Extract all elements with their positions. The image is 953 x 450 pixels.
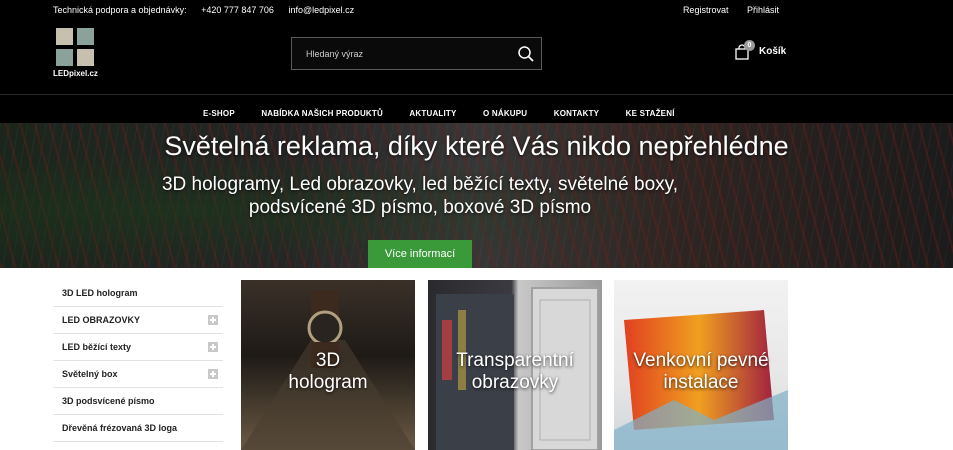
plus-icon[interactable] xyxy=(208,369,218,379)
category-tile-3d-hologram[interactable]: 3D hologram xyxy=(241,280,415,450)
sidebar-item-label: Dřevěná frézovaná 3D loga xyxy=(62,423,178,433)
tile-caption: Venkovní pevné instalace xyxy=(614,350,788,394)
cart-count-badge: 0 xyxy=(744,40,755,51)
hero-banner: Světelná reklama, díky které Vás nikdo n… xyxy=(0,123,953,268)
tile-caption-line2: hologram xyxy=(288,372,368,393)
plus-icon[interactable] xyxy=(208,342,218,352)
site-header: Technická podpora a objednávky: +420 777… xyxy=(0,0,953,94)
support-label: Technická podpora a objednávky: xyxy=(53,5,187,15)
logo-square xyxy=(77,49,94,66)
main-nav: E-SHOP NABÍDKA NAŠICH PRODUKTŮ AKTUALITY… xyxy=(0,94,953,123)
support-email[interactable]: info@ledpixel.cz xyxy=(288,5,354,15)
sidebar-item-3d-podsvicene-pismo[interactable]: 3D podsvícené písmo xyxy=(53,388,223,415)
tile-caption-line1: 3D xyxy=(315,350,341,371)
contact-bar: Technická podpora a objednávky: +420 777… xyxy=(53,5,366,15)
hero-title: Světelná reklama, díky které Vás nikdo n… xyxy=(164,131,789,161)
sidebar-item-led-obrazovky[interactable]: LED OBRAZOVKY xyxy=(53,307,223,334)
cart-label: Košík xyxy=(759,46,787,57)
nav-item-downloads[interactable]: KE STAŽENÍ xyxy=(626,109,675,118)
sidebar-item-led-bezici-texty[interactable]: LED běžící texty xyxy=(53,334,223,361)
sidebar-item-svetelny-box[interactable]: Světelný box xyxy=(53,361,223,388)
logo-square xyxy=(56,49,73,66)
logo-square xyxy=(56,28,73,45)
register-link[interactable]: Registrovat xyxy=(683,5,729,15)
login-link[interactable]: Přihlásit xyxy=(747,5,779,15)
logo-square xyxy=(77,28,94,45)
hero-subtitle-line2: podsvícené 3D písmo, boxové 3D písmo xyxy=(248,197,592,218)
nav-item-about-shopping[interactable]: O NÁKUPU xyxy=(483,109,527,118)
tile-caption-line1: Venkovní pevné xyxy=(633,350,769,371)
more-info-button[interactable]: Více informací xyxy=(368,240,472,268)
tile-caption-line1: Transparentní xyxy=(456,350,574,371)
category-tile-transparent-screens[interactable]: Transparentní obrazovky xyxy=(428,280,602,450)
search-box xyxy=(291,37,542,70)
plus-icon[interactable] xyxy=(208,315,218,325)
logo-mark xyxy=(56,28,103,66)
logo-text: LEDpixel.cz xyxy=(53,69,98,78)
nav-item-eshop[interactable]: E-SHOP xyxy=(203,109,235,118)
search-icon[interactable] xyxy=(517,45,535,63)
logo[interactable]: LEDpixel.cz xyxy=(53,28,103,80)
sidebar-item-label: 3D LED hologram xyxy=(62,288,138,298)
tile-caption: 3D hologram xyxy=(241,350,415,394)
search-input[interactable] xyxy=(306,47,506,61)
sidebar-item-3d-led-hologram[interactable]: 3D LED hologram xyxy=(53,280,223,307)
support-phone[interactable]: +420 777 847 706 xyxy=(201,5,274,15)
sidebar-item-label: 3D podsvícené písmo xyxy=(62,396,155,406)
tile-caption-line2: obrazovky xyxy=(471,372,559,393)
nav-item-products[interactable]: NABÍDKA NAŠICH PRODUKTŮ xyxy=(261,109,383,118)
hero-subtitle: 3D hologramy, Led obrazovky, led běžící … xyxy=(0,173,840,219)
category-tile-outdoor-installations[interactable]: Venkovní pevné instalace xyxy=(614,280,788,450)
sidebar-item-label: LED OBRAZOVKY xyxy=(62,315,141,325)
category-sidebar: 3D LED hologram LED OBRAZOVKY LED běžící… xyxy=(53,280,223,442)
sidebar-item-label: Světelný box xyxy=(62,369,118,379)
tile-caption: Transparentní obrazovky xyxy=(428,350,602,394)
hero-subtitle-line1: 3D hologramy, Led obrazovky, led běžící … xyxy=(161,174,679,195)
nav-item-contacts[interactable]: KONTAKTY xyxy=(554,109,599,118)
tile-caption-line2: instalace xyxy=(663,372,739,393)
sidebar-item-label: LED běžící texty xyxy=(62,342,132,352)
sidebar-item-drevena-frezovana-loga[interactable]: Dřevěná frézovaná 3D loga xyxy=(53,415,223,442)
account-links: Registrovat Přihlásit xyxy=(667,5,779,15)
nav-item-news[interactable]: AKTUALITY xyxy=(409,109,456,118)
